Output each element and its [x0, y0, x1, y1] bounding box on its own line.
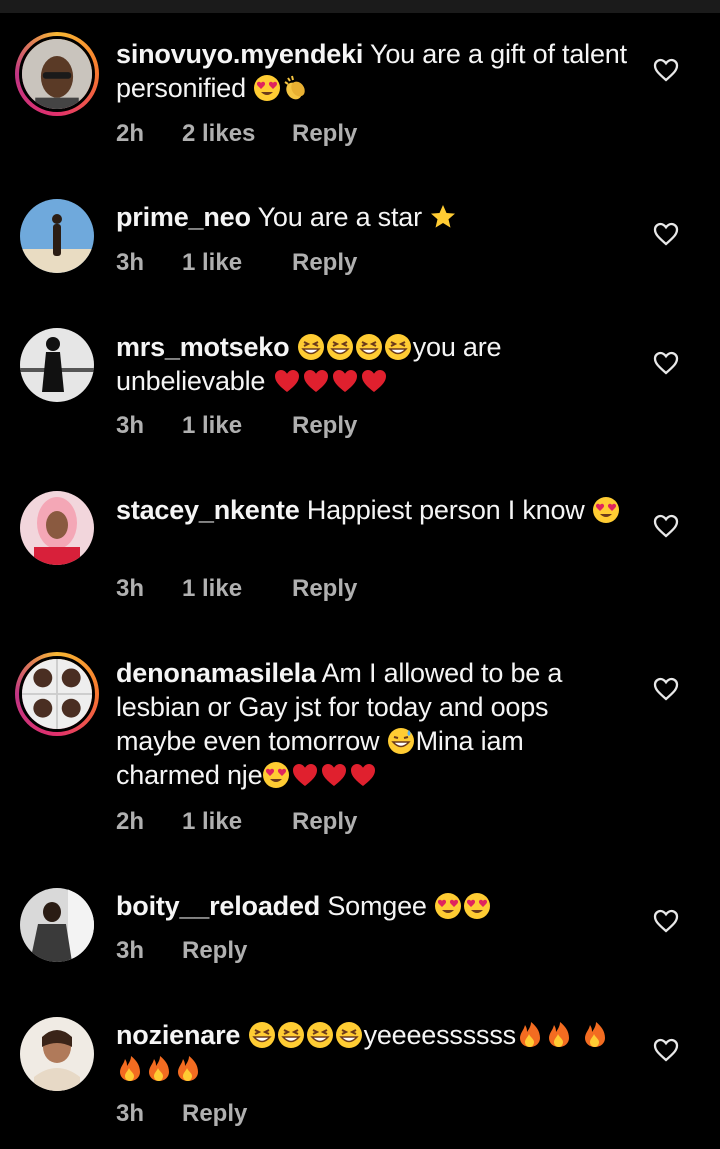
comment-time: 3h — [116, 937, 145, 964]
comment-meta: 3h Reply — [116, 937, 247, 965]
comment-body: Somgee — [327, 891, 427, 921]
fire-emoji — [516, 1021, 544, 1049]
top-bar — [0, 0, 720, 13]
red-heart-emoji — [302, 367, 330, 395]
clapping-hands-emoji — [282, 74, 310, 102]
heart-outline-icon[interactable] — [653, 909, 679, 933]
grinning-squint-emoji — [355, 333, 383, 361]
red-heart-emoji — [273, 367, 301, 395]
heart-eyes-emoji — [434, 892, 462, 920]
heart-eyes-emoji — [262, 761, 290, 789]
heart-outline-icon[interactable] — [653, 222, 679, 246]
comment-text: prime_neo You are a star — [116, 200, 631, 234]
comment-username[interactable]: stacey_nkente — [116, 495, 300, 525]
reply-button[interactable]: Reply — [292, 808, 357, 836]
comment-username[interactable]: denonamasilela — [116, 658, 316, 688]
heart-eyes-emoji — [463, 892, 491, 920]
heart-outline-icon[interactable] — [653, 1038, 679, 1062]
comment-meta: 2h 1 like Reply — [116, 808, 357, 836]
heart-outline-icon[interactable] — [653, 351, 679, 375]
grinning-squint-emoji — [326, 333, 354, 361]
comment-meta: 2h 2 likes Reply — [116, 120, 357, 148]
red-heart-emoji — [349, 761, 377, 789]
comment-meta: 3h 1 like Reply — [116, 249, 357, 277]
heart-eyes-emoji — [253, 74, 281, 102]
fire-emoji — [174, 1055, 202, 1083]
comment-meta: 3h Reply — [116, 1100, 247, 1128]
grinning-squint-emoji — [306, 1021, 334, 1049]
comment-text: stacey_nkente Happiest person I know — [116, 493, 631, 527]
comment-time: 3h — [116, 575, 145, 602]
grinning-squint-emoji — [277, 1021, 305, 1049]
grinning-squint-emoji — [248, 1021, 276, 1049]
comment-username[interactable]: mrs_motseko — [116, 332, 290, 362]
avatar[interactable] — [20, 1017, 94, 1091]
heart-outline-icon[interactable] — [653, 514, 679, 538]
avatar[interactable] — [15, 652, 99, 736]
comment-text: sinovuyo.myendeki You are a gift of tale… — [116, 37, 631, 105]
comment-time: 2h — [116, 120, 145, 147]
reply-button[interactable]: Reply — [292, 575, 357, 603]
comment-username[interactable]: boity__reloaded — [116, 891, 320, 921]
comment-likes[interactable]: 1 like — [182, 249, 292, 277]
comment-username[interactable]: sinovuyo.myendeki — [116, 39, 363, 69]
star-emoji — [429, 203, 457, 231]
comment-time: 3h — [116, 412, 145, 439]
comment-likes[interactable]: 1 like — [182, 808, 292, 836]
red-heart-emoji — [331, 367, 359, 395]
comment-body: You are a star — [257, 202, 423, 232]
fire-emoji — [116, 1055, 144, 1083]
heart-outline-icon[interactable] — [653, 677, 679, 701]
comment-text: nozienare yeeeessssss — [116, 1018, 631, 1086]
grinning-squint-emoji — [297, 333, 325, 361]
comment-time: 3h — [116, 249, 145, 276]
fire-emoji — [545, 1021, 573, 1049]
comment-text: boity__reloaded Somgee — [116, 889, 631, 923]
avatar[interactable] — [20, 888, 94, 962]
reply-button[interactable]: Reply — [182, 937, 247, 965]
grinning-squint-emoji — [335, 1021, 363, 1049]
comment-body: Happiest person I know — [306, 495, 585, 525]
comment-body: yeeeessssss — [363, 1020, 517, 1050]
avatar[interactable] — [20, 491, 94, 565]
comment-username[interactable]: nozienare — [116, 1020, 240, 1050]
fire-emoji — [581, 1021, 609, 1049]
comment-time: 2h — [116, 808, 145, 835]
comment-time: 3h — [116, 1100, 145, 1127]
red-heart-emoji — [291, 761, 319, 789]
comment-meta: 3h 1 like Reply — [116, 575, 357, 603]
avatar[interactable] — [15, 32, 99, 116]
red-heart-emoji — [360, 367, 388, 395]
heart-outline-icon[interactable] — [653, 58, 679, 82]
sweat-smile-emoji — [387, 727, 415, 755]
reply-button[interactable]: Reply — [182, 1100, 247, 1128]
comment-username[interactable]: prime_neo — [116, 202, 251, 232]
comment-likes[interactable]: 2 likes — [182, 120, 292, 148]
avatar[interactable] — [20, 328, 94, 402]
comment-text: mrs_motseko you are unbelievable — [116, 330, 631, 398]
comment-likes[interactable]: 1 like — [182, 412, 292, 440]
comment-likes[interactable]: 1 like — [182, 575, 292, 603]
avatar[interactable] — [20, 199, 94, 273]
reply-button[interactable]: Reply — [292, 120, 357, 148]
grinning-squint-emoji — [384, 333, 412, 361]
heart-eyes-emoji — [592, 496, 620, 524]
reply-button[interactable]: Reply — [292, 249, 357, 277]
reply-button[interactable]: Reply — [292, 412, 357, 440]
red-heart-emoji — [320, 761, 348, 789]
fire-emoji — [145, 1055, 173, 1083]
comment-text: denonamasilela Am I allowed to be a lesb… — [116, 656, 631, 792]
comment-meta: 3h 1 like Reply — [116, 412, 357, 440]
